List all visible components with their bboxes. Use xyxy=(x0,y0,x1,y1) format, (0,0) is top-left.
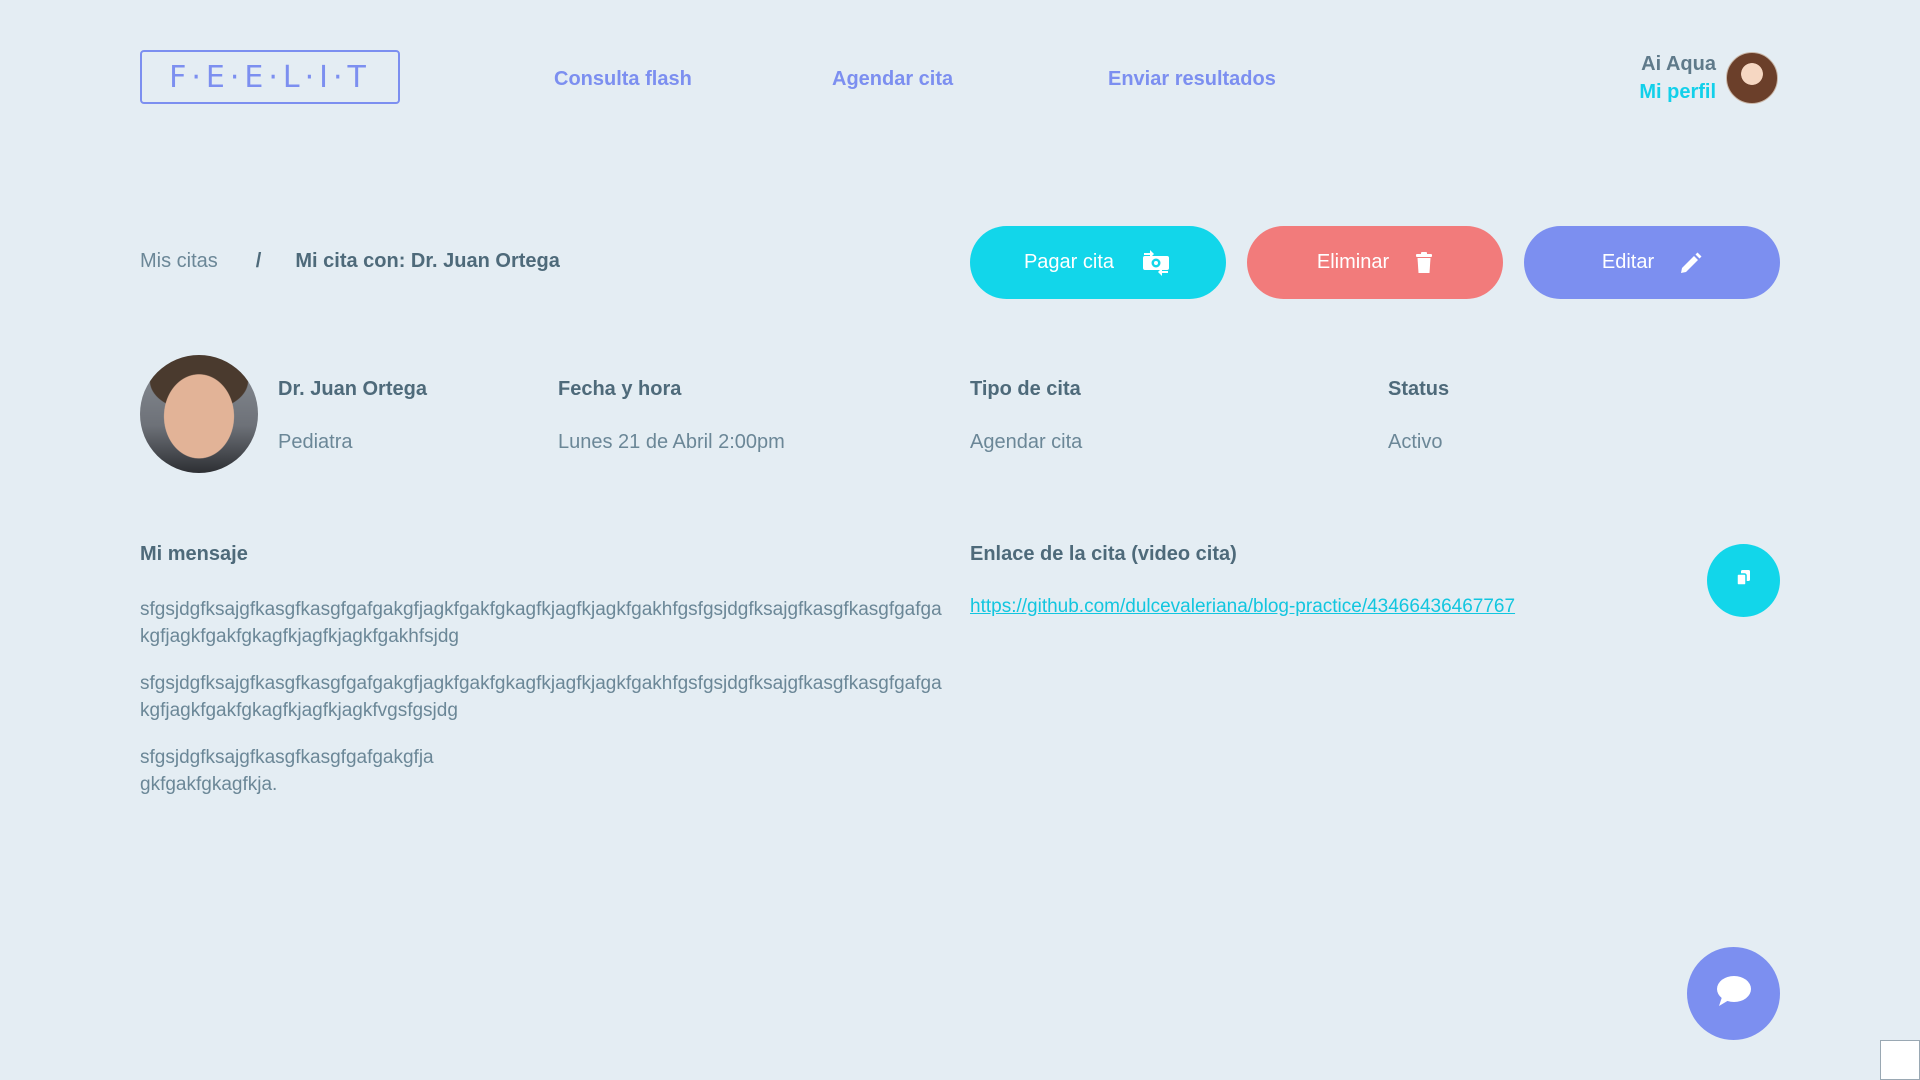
edit-button-label: Editar xyxy=(1601,251,1655,273)
date-time-value: Lunes 21 de Abril 2:00pm xyxy=(558,431,785,453)
chat-bubble-icon xyxy=(1716,975,1752,1012)
my-profile-link[interactable]: Mi perfil xyxy=(1639,78,1716,106)
message-paragraph: sfgsjdgfksajgfkasgfkasgfgafgakgfjagkfgak… xyxy=(140,599,942,647)
doctor-name: Dr. Juan Ortega xyxy=(278,378,427,400)
message-paragraph: sfgsjdgfksajgfkasgfkasgfgafgakgfjagkfgak… xyxy=(140,673,942,721)
breadcrumb-mis-citas[interactable]: Mis citas xyxy=(140,250,218,273)
nav-enviar-resultados[interactable]: Enviar resultados xyxy=(1108,68,1276,91)
corner-widget[interactable] xyxy=(1880,1040,1920,1080)
appointment-detail-page: F·E·E·L·I·T Consulta flash Agendar cita … xyxy=(0,0,1920,1080)
doctor-specialty: Pediatra xyxy=(278,431,353,453)
nav-consulta-flash[interactable]: Consulta flash xyxy=(554,68,692,91)
edit-appointment-button[interactable]: Editar xyxy=(1524,226,1780,299)
appointment-type-value: Agendar cita xyxy=(970,431,1083,453)
user-name: Ai Aqua xyxy=(1641,53,1716,75)
user-avatar[interactable] xyxy=(1726,52,1778,104)
pencil-icon xyxy=(1680,252,1702,274)
video-link-title: Enlace de la cita (video cita) xyxy=(970,543,1237,565)
delete-appointment-button[interactable]: Eliminar xyxy=(1247,226,1503,299)
pay-appointment-button[interactable]: Pagar cita xyxy=(970,226,1226,299)
user-menu[interactable]: Ai Aqua Mi perfil xyxy=(1639,50,1778,106)
user-info: Ai Aqua Mi perfil xyxy=(1639,50,1716,106)
appointment-type-heading: Tipo de cita xyxy=(970,378,1081,400)
delete-button-label: Eliminar xyxy=(1316,251,1390,273)
status-value: Activo xyxy=(1388,431,1443,453)
pay-button-label: Pagar cita xyxy=(1023,251,1115,273)
app-logo[interactable]: F·E·E·L·I·T xyxy=(140,50,400,104)
breadcrumb: Mis citas / Mi cita con: Dr. Juan Ortega xyxy=(140,250,560,273)
copy-icon xyxy=(1734,568,1754,593)
chat-button[interactable] xyxy=(1687,947,1780,1040)
nav-agendar-cita[interactable]: Agendar cita xyxy=(832,68,953,91)
doctor-photo xyxy=(140,355,258,473)
date-time-heading: Fecha y hora xyxy=(558,378,682,400)
breadcrumb-separator: / xyxy=(255,250,262,272)
message-title: Mi mensaje xyxy=(140,543,248,565)
trash-icon xyxy=(1415,251,1433,274)
message-paragraph: sfgsjdgfksajgfkasgfkasgfgafgakgfja gkfga… xyxy=(140,747,434,795)
breadcrumb-current: Mi cita con: Dr. Juan Ortega xyxy=(295,250,560,272)
money-exchange-icon xyxy=(1140,249,1172,276)
status-heading: Status xyxy=(1388,378,1450,400)
video-call-link[interactable]: https://github.com/dulcevaleriana/blog-p… xyxy=(970,596,1515,618)
copy-link-button[interactable] xyxy=(1707,544,1780,617)
